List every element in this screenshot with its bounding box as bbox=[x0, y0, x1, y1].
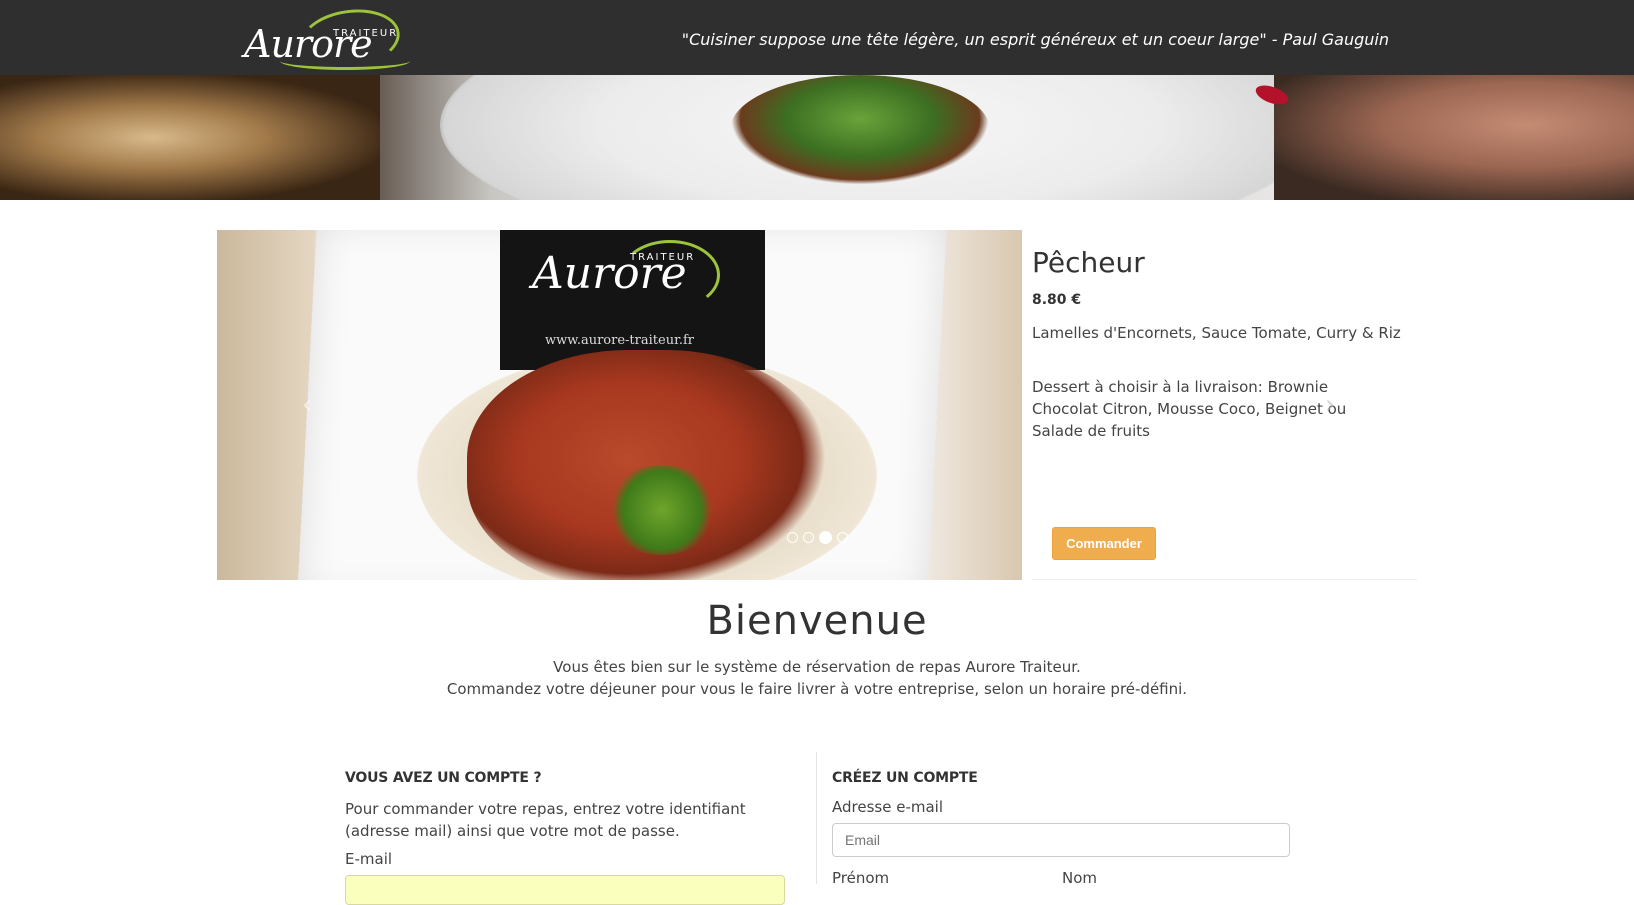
dish-description: Lamelles d'Encornets, Sauce Tomate, Curr… bbox=[1032, 324, 1401, 342]
order-button[interactable]: Commander bbox=[1052, 527, 1156, 560]
signup-email-label: Adresse e-mail bbox=[832, 798, 943, 816]
carousel-indicator-4[interactable] bbox=[837, 532, 848, 543]
salad-garnish bbox=[730, 75, 990, 185]
carousel-indicator-3[interactable] bbox=[819, 531, 832, 544]
logo-aurore-text: Aurore bbox=[244, 22, 373, 66]
login-title: VOUS AVEZ UN COMPTE ? bbox=[345, 770, 542, 786]
hand bbox=[1274, 75, 1634, 200]
dish-title: Pêcheur bbox=[1032, 246, 1145, 279]
hero-banner-image bbox=[0, 75, 1634, 200]
carousel-prev-icon[interactable]: ‹ bbox=[302, 390, 312, 420]
header-quote: "Cuisiner suppose une tête légère, un es… bbox=[681, 30, 1389, 49]
carousel-indicator-1[interactable] bbox=[787, 532, 798, 543]
login-email-label: E-mail bbox=[345, 850, 393, 868]
slide-caption: Pêcheur 8.80 € Lamelles d'Encornets, Sau… bbox=[1032, 230, 1417, 580]
login-intro: Pour commander votre repas, entrez votre… bbox=[345, 800, 746, 840]
aurore-traiteur-logo[interactable]: TRAITEUR Aurore bbox=[240, 3, 410, 75]
slide-dish-image: TRAITEUR Aurore www.aurore-traiteur.fr ‹ bbox=[217, 230, 1022, 580]
welcome-line-1: Vous êtes bien sur le système de réserva… bbox=[553, 658, 1081, 676]
dessert-info: Dessert à choisir à la livraison: Browni… bbox=[1032, 378, 1347, 440]
carousel-indicators bbox=[787, 531, 848, 544]
column-divider bbox=[816, 752, 817, 884]
welcome-title: Bienvenue bbox=[706, 598, 928, 644]
carousel-indicator-2[interactable] bbox=[803, 532, 814, 543]
business-card: TRAITEUR Aurore www.aurore-traiteur.fr bbox=[500, 230, 765, 370]
signup-title: CRÉEZ UN COMPTE bbox=[832, 770, 978, 786]
welcome-section: Bienvenue Vous êtes bien sur le système … bbox=[0, 598, 1634, 700]
name-row: Prénom Nom bbox=[832, 869, 1292, 887]
lastname-label: Nom bbox=[1062, 869, 1098, 887]
login-form: VOUS AVEZ UN COMPTE ? Pour commander vot… bbox=[345, 770, 785, 905]
top-navbar: TRAITEUR Aurore "Cuisiner suppose une tê… bbox=[0, 0, 1634, 75]
signup-email-input[interactable] bbox=[832, 823, 1290, 857]
bread-basket bbox=[0, 75, 380, 200]
broccoli bbox=[607, 465, 717, 555]
login-email-input[interactable] bbox=[345, 875, 785, 905]
firstname-label: Prénom bbox=[832, 869, 890, 887]
card-aurore-text: Aurore bbox=[532, 248, 687, 299]
dish-price: 8.80 € bbox=[1032, 292, 1082, 308]
menu-carousel: TRAITEUR Aurore www.aurore-traiteur.fr ‹… bbox=[217, 230, 1417, 580]
carousel-next-icon[interactable]: › bbox=[1325, 390, 1335, 420]
card-url-text: www.aurore-traiteur.fr bbox=[545, 333, 695, 348]
signup-form: CRÉEZ UN COMPTE Adresse e-mail Prénom No… bbox=[832, 770, 1292, 887]
welcome-line-2: Commandez votre déjeuner pour vous le fa… bbox=[446, 680, 1188, 698]
